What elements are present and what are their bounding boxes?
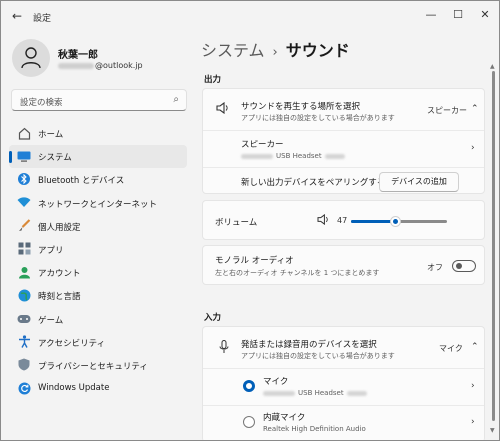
mic-radio[interactable] [243,380,255,392]
sidebar-item-personalization[interactable]: 個人用設定 [9,215,187,238]
search-input[interactable]: 設定の検索 ⌕ [11,89,187,111]
window-title: 設定 [33,14,52,24]
search-placeholder: 設定の検索 [20,98,63,108]
sidebar-item-apps[interactable]: アプリ [9,238,187,261]
internal-mic-radio[interactable] [243,416,255,428]
chevron-up-icon: ⌃ [471,342,479,352]
scroll-down-icon[interactable]: ▼ [490,427,495,434]
chevron-right-icon: › [471,417,475,427]
user-name: 秋葉一郎 [58,50,98,61]
selected-output-value: スピーカー [427,106,467,115]
sidebar-item-gaming[interactable]: ゲーム [9,308,187,331]
mono-state-label: オフ [427,263,443,272]
volume-label: ボリューム [215,218,258,228]
mono-audio-card: モノラル オーディオ 左と右のオーディオ チャンネルを 1 つにまとめます オフ [202,245,485,285]
bluetooth-icon [17,172,31,186]
shield-icon [17,358,31,372]
maximize-icon[interactable]: ☐ [450,7,466,23]
pair-device-row: 新しい出力デバイスをペアリングする デバイスの追加 [203,168,484,195]
minimize-icon[interactable]: — [423,7,439,23]
avatar[interactable] [12,39,50,77]
email-redaction [58,62,94,69]
device-name-redaction [241,153,273,159]
sidebar-item-accessibility[interactable]: アクセシビリティ [9,331,187,354]
volume-slider-thumb[interactable] [390,216,402,227]
breadcrumb-parent[interactable]: システム [201,41,265,60]
mono-audio-toggle[interactable] [452,260,476,272]
scrollbar[interactable] [492,71,495,421]
device-name-redaction [346,390,367,396]
person-icon [21,47,41,69]
sidebar-item-network[interactable]: ネットワークとインターネット [9,192,187,215]
mic-device-row[interactable]: マイク USB Headset › [203,369,484,405]
page-title: サウンド [285,41,350,60]
volume-card: ボリューム 47 [202,200,485,240]
sidebar-nav: ホーム システム Bluetooth とデバイス ネットワークとインターネット … [9,122,187,400]
input-section-title: 入力 [204,313,222,323]
title-bar: ← 設定 — ☐ ✕ [1,1,499,31]
choose-input-row[interactable]: 発話または録音用のデバイスを選択 アプリには独自の設定をしている場合があります … [203,327,484,368]
input-device-card: 発話または録音用のデバイスを選択 アプリには独自の設定をしている場合があります … [202,326,485,440]
account-icon [17,265,31,279]
speaker-icon [216,101,230,117]
speaker-device-row[interactable]: スピーカー USB Headset › [203,131,484,167]
chevron-up-icon: ⌃ [471,104,479,114]
globe-icon [17,288,31,302]
search-icon: ⌕ [173,94,179,105]
internal-mic-row[interactable]: 内蔵マイク Realtek High Definition Audio › [203,406,484,440]
home-icon [17,126,31,140]
system-icon [17,149,31,163]
chevron-right-icon: › [471,381,475,391]
sidebar-item-privacy[interactable]: プライバシーとセキュリティ [9,354,187,377]
breadcrumb: システム › サウンド [201,37,350,61]
accessibility-icon [17,335,31,349]
sidebar-item-home[interactable]: ホーム [9,122,187,145]
back-arrow-icon[interactable]: ← [12,9,22,23]
breadcrumb-separator: › [272,45,278,60]
wifi-icon [17,196,31,210]
scroll-up-icon[interactable]: ▲ [490,63,495,70]
sidebar-item-bluetooth[interactable]: Bluetooth とデバイス [9,168,187,191]
microphone-icon [219,340,229,357]
windows-update-icon [17,381,31,395]
gamepad-icon [17,312,31,326]
user-email: @outlook.jp [58,61,143,70]
output-section-title: 出力 [204,75,222,85]
device-name-redaction [263,390,295,396]
brush-icon [17,219,31,233]
chevron-right-icon: › [471,143,475,153]
sidebar-item-accounts[interactable]: アカウント [9,261,187,284]
volume-icon [317,213,330,228]
choose-output-row[interactable]: サウンドを再生する場所を選択 アプリには独自の設定をしている場合があります スピ… [203,89,484,130]
sidebar-item-system[interactable]: システム [9,145,187,169]
sidebar-item-windows-update[interactable]: Windows Update [9,377,187,400]
sidebar-item-time-language[interactable]: 時刻と言語 [9,284,187,307]
volume-value: 47 [337,216,348,225]
close-icon[interactable]: ✕ [477,7,493,23]
settings-window: ← 設定 — ☐ ✕ 秋葉一郎 @outlook.jp 設定の検索 ⌕ ホーム … [0,0,500,441]
output-device-card: サウンドを再生する場所を選択 アプリには独自の設定をしている場合があります スピ… [202,88,485,194]
selected-input-value: マイク [439,344,463,353]
device-name-redaction [324,153,345,159]
apps-icon [17,242,31,256]
volume-slider[interactable] [351,216,447,227]
add-device-button[interactable]: デバイスの追加 [379,172,459,192]
